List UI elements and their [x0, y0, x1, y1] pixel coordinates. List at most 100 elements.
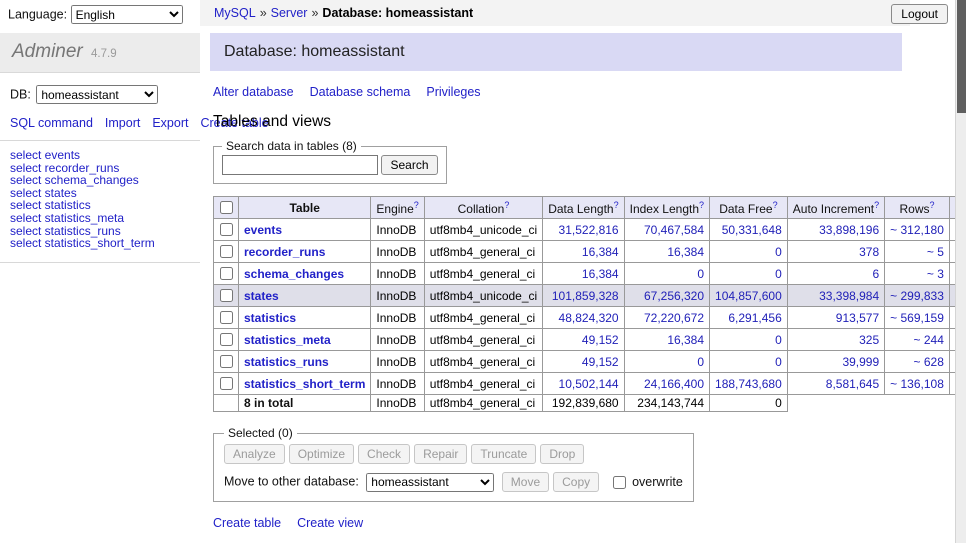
cell-data-free: 104,857,600 — [710, 285, 788, 307]
total-data-length: 192,839,680 — [543, 395, 624, 412]
total-engine: InnoDB — [371, 395, 424, 412]
table-link-events[interactable]: events — [244, 223, 282, 237]
sidebar-action-export[interactable]: Export — [152, 116, 188, 130]
sidebar-select-events[interactable]: select events — [10, 149, 190, 162]
sidebar-select-statistics-short-term[interactable]: select statistics_short_term — [10, 237, 190, 250]
column-header-rows: Rows? — [885, 197, 950, 219]
total-collation: utf8mb4_general_ci — [424, 395, 542, 412]
table-body: eventsInnoDButf8mb4_unicode_ci31,522,816… — [214, 219, 966, 412]
overwrite-label[interactable]: overwrite — [632, 475, 683, 489]
search-button[interactable]: Search — [381, 155, 437, 175]
row-checkbox-statistics-runs[interactable] — [220, 355, 233, 368]
sidebar-select-schema-changes[interactable]: select schema_changes — [10, 174, 190, 187]
search-input[interactable] — [222, 155, 378, 175]
table-name-cell: statistics_short_term — [239, 373, 371, 395]
search-fieldset: Search data in tables (8) Search — [213, 139, 447, 184]
table-row-statistics: statisticsInnoDButf8mb4_general_ci48,824… — [214, 307, 966, 329]
table-row-statistics-short-term: statistics_short_termInnoDButf8mb4_gener… — [214, 373, 966, 395]
table-name-cell: recorder_runs — [239, 241, 371, 263]
table-name-cell: events — [239, 219, 371, 241]
column-label: Index Length — [630, 202, 699, 216]
cell-collation: utf8mb4_general_ci — [424, 351, 542, 373]
select-all-header-cell — [214, 197, 239, 219]
table-link-recorder-runs[interactable]: recorder_runs — [244, 245, 325, 259]
cell-auto-increment: 325 — [787, 329, 884, 351]
breadcrumb-link-server[interactable]: Server — [271, 6, 308, 20]
link-database-schema[interactable]: Database schema — [310, 85, 411, 99]
row-check-cell — [214, 373, 239, 395]
db-select[interactable]: homeassistant — [36, 85, 158, 104]
table-link-statistics-short-term[interactable]: statistics_short_term — [244, 377, 365, 391]
cell-collation: utf8mb4_unicode_ci — [424, 285, 542, 307]
logout-button[interactable]: Logout — [891, 4, 948, 24]
column-label: Engine — [376, 202, 413, 216]
cell-data-free: 0 — [710, 263, 788, 285]
total-label: 8 in total — [239, 395, 371, 412]
breadcrumb-link-mysql[interactable]: MySQL — [214, 6, 256, 20]
column-header-engine: Engine? — [371, 197, 424, 219]
cell-auto-increment: 39,999 — [787, 351, 884, 373]
help-icon[interactable]: ? — [930, 200, 935, 210]
db-action-links: Alter database Database schema Privileges — [213, 85, 910, 99]
link-create-view[interactable]: Create view — [297, 516, 363, 530]
cell-rows: ~ 244 — [885, 329, 950, 351]
scrollbar[interactable] — [955, 0, 966, 543]
sidebar-actions: SQL commandImportExportCreate table — [0, 104, 200, 141]
sidebar-select-statistics-meta[interactable]: select statistics_meta — [10, 212, 190, 225]
link-privileges[interactable]: Privileges — [426, 85, 480, 99]
table-name-cell: statistics_meta — [239, 329, 371, 351]
sidebar-action-sql-command[interactable]: SQL command — [10, 116, 93, 130]
column-header-table: Table — [239, 197, 371, 219]
row-checkbox-events[interactable] — [220, 223, 233, 236]
table-link-statistics-runs[interactable]: statistics_runs — [244, 355, 329, 369]
repair-button: Repair — [414, 444, 467, 464]
table-link-states[interactable]: states — [244, 289, 279, 303]
help-icon[interactable]: ? — [699, 200, 704, 210]
language-select[interactable]: English — [71, 5, 183, 24]
cell-data-free: 0 — [710, 329, 788, 351]
table-header-row: TableEngine?Collation?Data Length?Index … — [214, 197, 966, 219]
help-icon[interactable]: ? — [773, 200, 778, 210]
scrollbar-thumb[interactable] — [957, 0, 966, 113]
overwrite-checkbox[interactable] — [613, 476, 626, 489]
row-checkbox-states[interactable] — [220, 289, 233, 302]
move-db-select[interactable]: homeassistant — [366, 473, 494, 492]
row-checkbox-schema-changes[interactable] — [220, 267, 233, 280]
table-name-cell: statistics — [239, 307, 371, 329]
cell-data-length: 48,824,320 — [543, 307, 624, 329]
help-icon[interactable]: ? — [414, 200, 419, 210]
copy-button: Copy — [553, 472, 599, 492]
table-link-statistics[interactable]: statistics — [244, 311, 296, 325]
row-checkbox-statistics[interactable] — [220, 311, 233, 324]
table-link-statistics-meta[interactable]: statistics_meta — [244, 333, 331, 347]
tables-and-views-heading: Tables and views — [213, 113, 910, 131]
column-header-auto-increment: Auto Increment? — [787, 197, 884, 219]
cell-rows: ~ 3 — [885, 263, 950, 285]
help-icon[interactable]: ? — [504, 200, 509, 210]
search-legend: Search data in tables (8) — [222, 139, 361, 153]
db-selector-row: DB: homeassistant — [10, 85, 200, 104]
help-icon[interactable]: ? — [614, 200, 619, 210]
table-row-recorder-runs: recorder_runsInnoDButf8mb4_general_ci16,… — [214, 241, 966, 263]
table-name-cell: statistics_runs — [239, 351, 371, 373]
adminer-logo: Adminer 4.7.9 — [0, 33, 200, 73]
row-checkbox-recorder-runs[interactable] — [220, 245, 233, 258]
cell-auto-increment: 33,398,984 — [787, 285, 884, 307]
select-all-checkbox[interactable] — [220, 201, 233, 214]
cell-engine: InnoDB — [371, 329, 424, 351]
brand-name: Adminer — [12, 41, 83, 62]
column-label: Table — [289, 201, 319, 215]
link-alter-database[interactable]: Alter database — [213, 85, 294, 99]
sidebar-table-links: select eventsselect recorder_runsselect … — [0, 141, 200, 263]
help-icon[interactable]: ? — [874, 200, 879, 210]
truncate-button: Truncate — [471, 444, 536, 464]
link-create-table[interactable]: Create table — [213, 516, 281, 530]
total-index-length: 234,143,744 — [624, 395, 709, 412]
row-checkbox-statistics-short-term[interactable] — [220, 377, 233, 390]
row-checkbox-statistics-meta[interactable] — [220, 333, 233, 346]
sidebar-action-import[interactable]: Import — [105, 116, 140, 130]
table-link-schema-changes[interactable]: schema_changes — [244, 267, 344, 281]
cell-data-free: 50,331,648 — [710, 219, 788, 241]
column-label: Data Length — [548, 202, 613, 216]
cell-data-length: 10,502,144 — [543, 373, 624, 395]
